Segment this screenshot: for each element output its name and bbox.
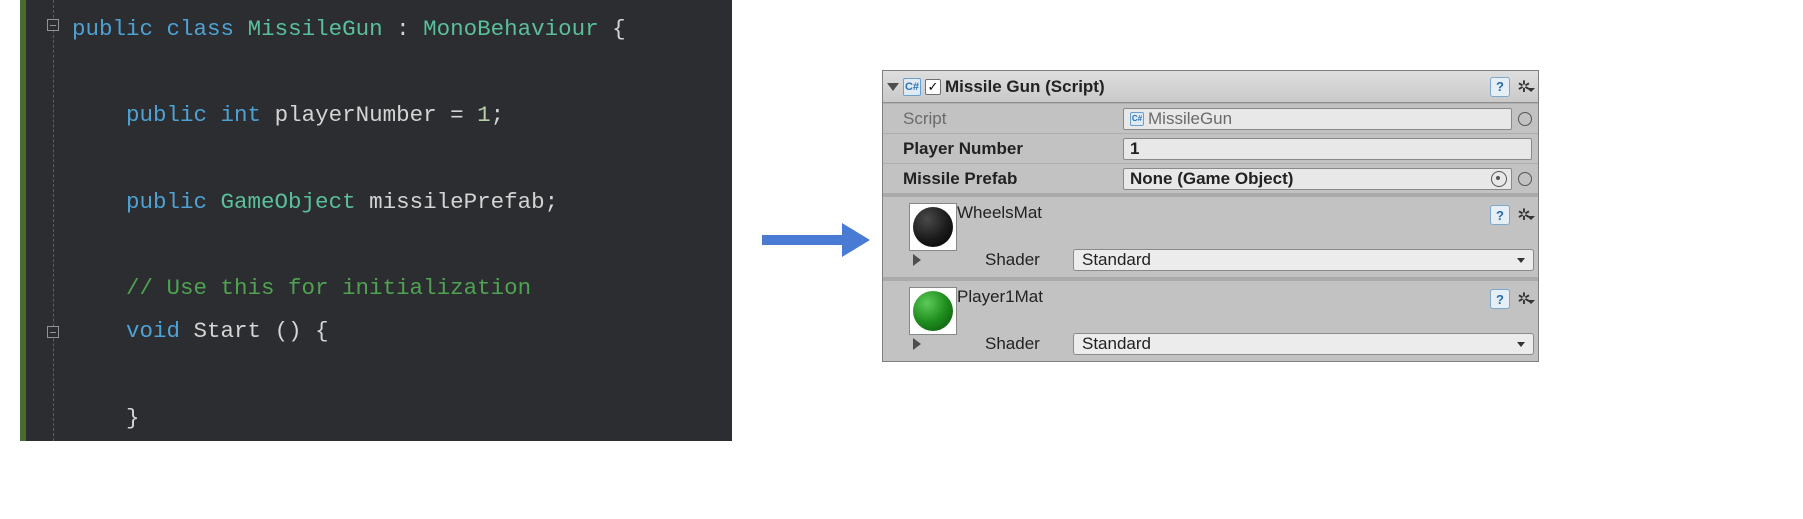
gear-icon[interactable]: ✲ xyxy=(1514,289,1534,309)
prop-row-missile-prefab: Missile Prefab None (Game Object) xyxy=(883,163,1538,193)
script-mini-icon: C# xyxy=(1130,112,1144,126)
gear-icon[interactable]: ✲ xyxy=(1514,77,1534,97)
help-icon[interactable]: ? xyxy=(1490,77,1510,97)
shader-value: Standard xyxy=(1082,250,1151,270)
shader-label: Shader xyxy=(985,334,1065,354)
shader-value: Standard xyxy=(1082,334,1151,354)
kw-public: public xyxy=(126,189,207,215)
method-start: Start xyxy=(194,318,262,344)
material-slot-1: Player1Mat ? ✲ Shader Standard xyxy=(883,277,1538,361)
script-value: MissileGun xyxy=(1148,109,1232,129)
foldout-icon[interactable] xyxy=(887,83,899,91)
player-number-label: Player Number xyxy=(903,139,1123,159)
sphere-icon xyxy=(913,291,953,331)
component-title: Missile Gun (Script) xyxy=(945,77,1105,97)
kw-public: public xyxy=(72,16,153,42)
prop-row-script: Script C# MissileGun xyxy=(883,103,1538,133)
shader-label: Shader xyxy=(985,250,1065,270)
kw-class: class xyxy=(167,16,235,42)
eq: = xyxy=(437,102,478,128)
change-marker xyxy=(20,0,26,441)
code-text: public class MissileGun : MonoBehaviour … xyxy=(66,0,732,441)
material-preview[interactable] xyxy=(909,203,957,251)
script-field[interactable]: C# MissileGun xyxy=(1123,108,1512,130)
fold-toggle-method[interactable] xyxy=(47,326,59,338)
brace-open: { xyxy=(599,16,626,42)
code-gutter xyxy=(20,0,66,441)
component-header[interactable]: C# ✓ Missile Gun (Script) ? ✲ xyxy=(883,71,1538,103)
kw-public: public xyxy=(126,102,207,128)
base-type: MonoBehaviour xyxy=(423,16,599,42)
material-name: WheelsMat xyxy=(957,203,1490,223)
help-icon[interactable]: ? xyxy=(1490,289,1510,309)
parens: () { xyxy=(261,318,329,344)
gear-icon[interactable]: ✲ xyxy=(1514,205,1534,225)
script-label: Script xyxy=(903,109,1123,129)
field1-name: playerNumber xyxy=(275,102,437,128)
arrow-icon xyxy=(762,220,872,260)
foldout-icon[interactable] xyxy=(913,254,921,266)
kw-int: int xyxy=(221,102,262,128)
foldout-icon[interactable] xyxy=(913,338,921,350)
object-picker-icon[interactable] xyxy=(1491,171,1507,187)
missile-prefab-value: None (Game Object) xyxy=(1130,169,1293,189)
semi: ; xyxy=(491,102,505,128)
kw-void: void xyxy=(126,318,180,344)
material-preview[interactable] xyxy=(909,287,957,335)
missile-prefab-label: Missile Prefab xyxy=(903,169,1123,189)
field2-name: missilePrefab xyxy=(369,189,545,215)
fold-toggle-class[interactable] xyxy=(47,19,59,31)
player-number-value: 1 xyxy=(1130,139,1139,159)
shader-dropdown[interactable]: Standard xyxy=(1073,249,1534,271)
missile-prefab-field[interactable]: None (Game Object) xyxy=(1123,168,1512,190)
player-number-field[interactable]: 1 xyxy=(1123,138,1532,160)
object-picker-icon[interactable] xyxy=(1518,172,1532,186)
class-name: MissileGun xyxy=(248,16,383,42)
object-picker-icon[interactable] xyxy=(1518,112,1532,126)
enable-checkbox[interactable]: ✓ xyxy=(925,79,941,95)
semi: ; xyxy=(545,189,559,215)
colon: : xyxy=(383,16,424,42)
code-editor: public class MissileGun : MonoBehaviour … xyxy=(20,0,732,441)
material-slot-0: WheelsMat ? ✲ Shader Standard xyxy=(883,193,1538,277)
shader-dropdown[interactable]: Standard xyxy=(1073,333,1534,355)
help-icon[interactable]: ? xyxy=(1490,205,1510,225)
field1-val: 1 xyxy=(477,102,491,128)
comment: // Use this for initialization xyxy=(126,275,531,301)
inspector-panel: C# ✓ Missile Gun (Script) ? ✲ Script C# … xyxy=(882,70,1539,362)
prop-row-player-number: Player Number 1 xyxy=(883,133,1538,163)
material-name: Player1Mat xyxy=(957,287,1490,307)
type-gameobject: GameObject xyxy=(221,189,356,215)
sphere-icon xyxy=(913,207,953,247)
script-icon: C# xyxy=(903,78,921,96)
brace-close: } xyxy=(126,405,140,431)
